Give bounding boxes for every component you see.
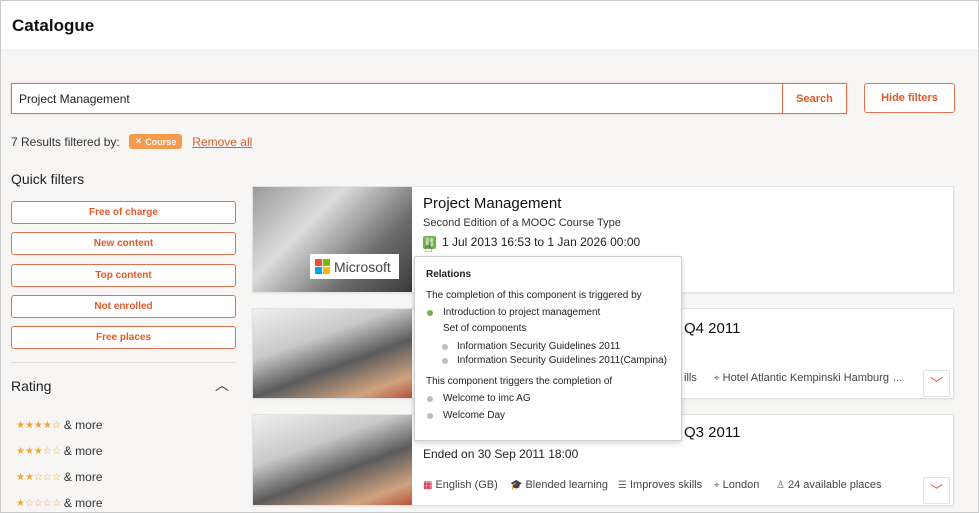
graduation-cap-icon: 🎓 bbox=[510, 479, 523, 491]
course-thumbnail: Microsoft bbox=[253, 187, 412, 292]
results-count: 7 Results filtered by: bbox=[11, 134, 120, 149]
quick-filter-top-content[interactable]: Top content bbox=[11, 264, 236, 287]
course-places: ♙ 24 available places bbox=[776, 479, 882, 491]
page-header: Catalogue bbox=[1, 1, 978, 51]
stars-icon: ★★★★☆ bbox=[16, 419, 61, 431]
location-text: London bbox=[722, 479, 760, 491]
popover-heading: Relations bbox=[426, 269, 472, 280]
chevron-down-icon[interactable]: ﹀ bbox=[923, 477, 950, 504]
course-title[interactable]: Project Management bbox=[423, 195, 561, 212]
course-date-text: Ended on 30 Sep 2011 18:00 bbox=[423, 447, 579, 461]
logo-text: Microsoft bbox=[334, 258, 391, 275]
rating-filter-4[interactable]: ★★★★☆ & more bbox=[16, 418, 103, 432]
chevron-up-icon[interactable]: ︿ bbox=[215, 375, 229, 395]
course-subtitle: Second Edition of a MOOC Course Type bbox=[423, 217, 621, 229]
rating-label: & more bbox=[63, 470, 103, 484]
rating-label: & more bbox=[63, 496, 103, 510]
hide-filters-button[interactable]: Hide filters bbox=[864, 83, 955, 113]
status-dot-icon bbox=[442, 358, 448, 364]
set-item[interactable]: Information Security Guidelines 2011 bbox=[457, 341, 620, 352]
microsoft-logo: Microsoft bbox=[310, 254, 399, 279]
triggers-item[interactable]: Welcome Day bbox=[443, 410, 505, 421]
type-text: Blended learning bbox=[525, 479, 609, 491]
status-dot-icon bbox=[427, 396, 433, 402]
quick-filter-new-content[interactable]: New content bbox=[11, 232, 236, 255]
rating-filter-3[interactable]: ★★★☆☆ & more bbox=[16, 444, 103, 458]
course-thumbnail bbox=[253, 309, 412, 398]
rating-label: & more bbox=[63, 444, 103, 458]
rating-filter-2[interactable]: ★★☆☆☆ & more bbox=[16, 470, 103, 484]
search-button[interactable]: Search bbox=[783, 84, 846, 113]
results-summary: 7 Results filtered by: ✕ Course Remove a… bbox=[11, 134, 252, 149]
course-skills: ills bbox=[684, 372, 697, 384]
location-pin-icon: ⌖ bbox=[714, 372, 720, 384]
rating-title: Rating bbox=[11, 378, 52, 394]
places-text: 24 available places bbox=[787, 479, 882, 491]
course-title[interactable]: Q4 2011 bbox=[684, 320, 740, 337]
filter-chip-label: Course bbox=[145, 136, 177, 147]
location-text: Hotel Atlantic Kempinski Hamburg bbox=[722, 372, 889, 384]
filter-chip-course[interactable]: ✕ Course bbox=[128, 134, 183, 149]
course-thumbnail bbox=[253, 415, 412, 505]
stars-icon: ★☆☆☆☆ bbox=[16, 497, 61, 509]
uk-flag-icon: ▦ bbox=[423, 479, 433, 491]
course-type: 🎓 Blended learning bbox=[510, 479, 608, 491]
chevron-down-icon[interactable]: ﹀ bbox=[923, 370, 950, 397]
triggers-label: This component triggers the completion o… bbox=[426, 376, 613, 387]
location-pin-icon: ⌖ bbox=[714, 479, 720, 491]
skills-text: ills bbox=[684, 372, 697, 384]
sidebar-divider bbox=[11, 362, 236, 363]
quick-filter-not-enrolled[interactable]: Not enrolled bbox=[11, 295, 236, 318]
course-date: Ended on 30 Sep 2011 18:00 bbox=[423, 447, 578, 461]
close-icon[interactable]: ✕ bbox=[135, 136, 143, 147]
hand-cursor-icon: ☝ bbox=[424, 239, 433, 255]
search-bar: Search bbox=[11, 83, 847, 114]
rating-label: & more bbox=[63, 418, 103, 432]
skills-icon: ☰ bbox=[618, 479, 627, 491]
set-item[interactable]: Information Security Guidelines 2011(Cam… bbox=[457, 355, 667, 366]
course-location: ⌖ Hotel Atlantic Kempinski Hamburg bbox=[714, 372, 889, 384]
quick-filters-title: Quick filters bbox=[11, 171, 85, 187]
rating-filter-1[interactable]: ★☆☆☆☆ & more bbox=[16, 496, 103, 510]
quick-filter-free-of-charge[interactable]: Free of charge bbox=[11, 201, 236, 224]
triggered-by-label: The completion of this component is trig… bbox=[426, 290, 642, 301]
search-input[interactable] bbox=[12, 84, 783, 113]
triggers-item[interactable]: Welcome to imc AG bbox=[443, 393, 531, 404]
stars-icon: ★★★☆☆ bbox=[16, 445, 61, 457]
course-date-text: 1 Jul 2013 16:53 to 1 Jan 2026 00:00 bbox=[442, 235, 641, 249]
more-ellipsis: ... bbox=[893, 372, 903, 384]
stars-icon: ★★☆☆☆ bbox=[16, 471, 61, 483]
status-dot-icon bbox=[427, 413, 433, 419]
course-date: ⛓ 1 Jul 2013 16:53 to 1 Jan 2026 00:00 bbox=[423, 235, 640, 249]
set-label: Set of components bbox=[443, 323, 527, 334]
triggered-item[interactable]: Introduction to project management bbox=[443, 307, 600, 318]
course-title[interactable]: Q3 2011 bbox=[684, 424, 740, 441]
remove-all-link[interactable]: Remove all bbox=[192, 135, 252, 149]
language-text: English (GB) bbox=[435, 479, 498, 491]
skills-text: Improves skills bbox=[629, 479, 703, 491]
page-title: Catalogue bbox=[12, 16, 95, 35]
course-skills: ☰ Improves skills bbox=[618, 479, 702, 491]
quick-filter-free-places[interactable]: Free places bbox=[11, 326, 236, 349]
status-dot-icon bbox=[427, 310, 433, 316]
relations-popover: Relations The completion of this compone… bbox=[414, 256, 682, 441]
microsoft-icon bbox=[315, 259, 330, 274]
course-language: ▦ English (GB) bbox=[423, 479, 498, 491]
person-icon: ♙ bbox=[776, 479, 785, 491]
status-dot-icon bbox=[442, 344, 448, 350]
course-location: ⌖ London bbox=[714, 479, 759, 491]
